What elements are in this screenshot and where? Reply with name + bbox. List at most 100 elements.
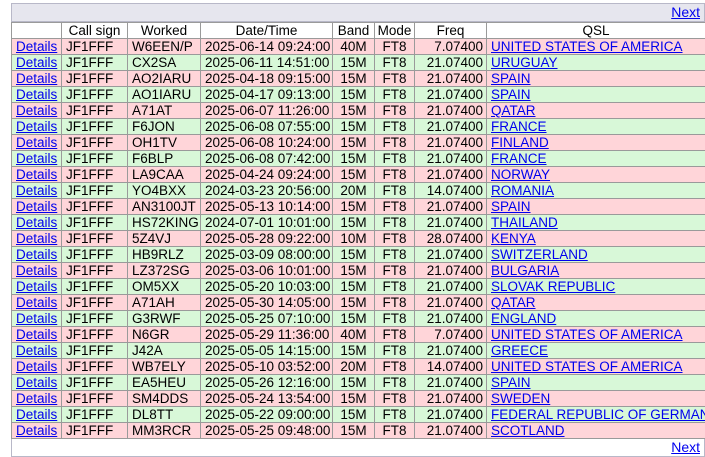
datetime-cell: 2025-05-30 14:05:00 [200, 294, 333, 311]
call-sign-cell: JF1FFF [61, 406, 128, 423]
qsl-country-link[interactable]: THAILAND [491, 216, 558, 230]
details-link[interactable]: Details [16, 376, 57, 390]
qsl-country-link[interactable]: GREECE [491, 344, 548, 358]
qsl-country-link-cell: UNITED STATES OF AMERICA [486, 38, 705, 55]
call-sign-cell: JF1FFF [61, 246, 128, 263]
details-link[interactable]: Details [16, 280, 57, 294]
qsl-country-link[interactable]: ENGLAND [491, 312, 556, 326]
details-link-cell: Details [11, 86, 62, 103]
qsl-country-link[interactable]: FRANCE [491, 120, 547, 134]
call-sign-cell: JF1FFF [61, 38, 128, 55]
qsl-country-link[interactable]: UNITED STATES OF AMERICA [491, 360, 683, 374]
worked-cell: YO4BXX [127, 182, 201, 199]
qsl-country-link-cell: QATAR [486, 102, 705, 119]
table-row: Details JF1FFF EA5HEU 2025-05-26 12:16:00 15… [11, 374, 705, 391]
qsl-country-link[interactable]: FRANCE [491, 152, 547, 166]
details-link[interactable]: Details [16, 328, 57, 342]
mode-cell: FT8 [374, 198, 415, 215]
qsl-country-link[interactable]: NORWAY [491, 168, 550, 182]
qsl-country-link[interactable]: SPAIN [491, 200, 531, 214]
details-link[interactable]: Details [16, 136, 57, 150]
qsl-country-link-cell: SPAIN [486, 86, 705, 103]
qsl-country-link[interactable]: ROMANIA [491, 184, 554, 198]
details-link[interactable]: Details [16, 264, 57, 278]
table-body: Details JF1FFF W6EEN/P 2025-06-14 09:24:00 4… [11, 38, 705, 439]
details-link[interactable]: Details [16, 88, 57, 102]
qsl-country-link[interactable]: UNITED STATES OF AMERICA [491, 328, 683, 342]
table-row: Details JF1FFF F6BLP 2025-06-08 07:42:00 15M… [11, 150, 705, 167]
mode-cell: FT8 [374, 214, 415, 231]
worked-cell: AO2IARU [127, 70, 201, 87]
details-link[interactable]: Details [16, 344, 57, 358]
worked-cell: HB9RLZ [127, 246, 201, 263]
qsl-country-link[interactable]: SWEDEN [491, 392, 550, 406]
details-link[interactable]: Details [16, 56, 57, 70]
qsl-country-link[interactable]: URUGUAY [491, 56, 558, 70]
details-link[interactable]: Details [16, 72, 57, 86]
table-row: Details JF1FFF J42A 2025-05-05 14:15:00 15M F… [11, 342, 705, 359]
call-sign-cell: JF1FFF [61, 182, 128, 199]
table-row: Details JF1FFF W6EEN/P 2025-06-14 09:24:00 4… [11, 38, 705, 55]
details-link[interactable]: Details [16, 216, 57, 230]
details-link[interactable]: Details [16, 424, 57, 438]
details-link[interactable]: Details [16, 152, 57, 166]
details-link[interactable]: Details [16, 184, 57, 198]
details-link[interactable]: Details [16, 296, 57, 310]
table-row: Details JF1FFF A71AH 2025-05-30 14:05:00 15M… [11, 294, 705, 311]
qsl-country-link-cell: THAILAND [486, 214, 705, 231]
freq-cell: 21.07400 [414, 70, 487, 87]
qsl-country-link[interactable]: UNITED STATES OF AMERICA [491, 40, 683, 54]
qsl-country-link-cell: SWEDEN [486, 390, 705, 407]
details-link[interactable]: Details [16, 312, 57, 326]
details-link[interactable]: Details [16, 360, 57, 374]
details-link[interactable]: Details [16, 40, 57, 54]
qsl-country-link[interactable]: KENYA [491, 232, 536, 246]
details-link[interactable]: Details [16, 408, 57, 422]
qsl-country-link[interactable]: SWITZERLAND [491, 248, 588, 262]
qsl-country-link[interactable]: SPAIN [491, 72, 531, 86]
details-link[interactable]: Details [16, 120, 57, 134]
qsl-country-link[interactable]: SPAIN [491, 88, 531, 102]
table-row: Details JF1FFF WB7ELY 2025-05-10 03:52:00 20… [11, 358, 705, 375]
qsl-country-link[interactable]: FEDERAL REPUBLIC OF GERMANY [491, 408, 705, 422]
qsl-country-link[interactable]: QATAR [491, 296, 536, 310]
qsl-country-link[interactable]: SCOTLAND [491, 424, 565, 438]
datetime-cell: 2025-05-24 13:54:00 [200, 390, 333, 407]
qsl-country-link[interactable]: FINLAND [491, 136, 549, 150]
next-page-link-bottom[interactable]: Next [671, 439, 700, 456]
table-row: Details JF1FFF YO4BXX 2024-03-23 20:56:00 20… [11, 182, 705, 199]
table-row: Details JF1FFF F6JON 2025-06-08 07:55:00 15M… [11, 118, 705, 135]
details-link[interactable]: Details [16, 248, 57, 262]
datetime-cell: 2025-06-08 10:24:00 [200, 134, 333, 151]
details-link[interactable]: Details [16, 104, 57, 118]
qsl-country-link[interactable]: SLOVAK REPUBLIC [491, 280, 615, 294]
next-page-link-top[interactable]: Next [671, 4, 700, 21]
details-link[interactable]: Details [16, 392, 57, 406]
call-sign-cell: JF1FFF [61, 54, 128, 71]
datetime-cell: 2025-05-28 09:22:00 [200, 230, 333, 247]
details-link[interactable]: Details [16, 200, 57, 214]
freq-cell: 21.07400 [414, 150, 487, 167]
worked-cell: AO1IARU [127, 86, 201, 103]
freq-cell: 21.07400 [414, 86, 487, 103]
qsl-country-link-cell: SWITZERLAND [486, 246, 705, 263]
header-datetime: Date/Time [200, 22, 333, 39]
mode-cell: FT8 [374, 38, 415, 55]
details-link[interactable]: Details [16, 168, 57, 182]
qsl-country-link[interactable]: QATAR [491, 104, 536, 118]
details-link-cell: Details [11, 406, 62, 423]
call-sign-cell: JF1FFF [61, 150, 128, 167]
qsl-country-link-cell: ENGLAND [486, 310, 705, 327]
mode-cell: FT8 [374, 166, 415, 183]
band-cell: 15M [332, 406, 375, 423]
worked-cell: 5Z4VJ [127, 230, 201, 247]
qsl-country-link-cell: UNITED STATES OF AMERICA [486, 326, 705, 343]
worked-cell: WB7ELY [127, 358, 201, 375]
details-link[interactable]: Details [16, 232, 57, 246]
datetime-cell: 2025-05-29 11:36:00 [200, 326, 333, 343]
mode-cell: FT8 [374, 150, 415, 167]
qsl-country-link[interactable]: SPAIN [491, 376, 531, 390]
band-cell: 15M [332, 134, 375, 151]
qsl-country-link[interactable]: BULGARIA [491, 264, 559, 278]
call-sign-cell: JF1FFF [61, 278, 128, 295]
